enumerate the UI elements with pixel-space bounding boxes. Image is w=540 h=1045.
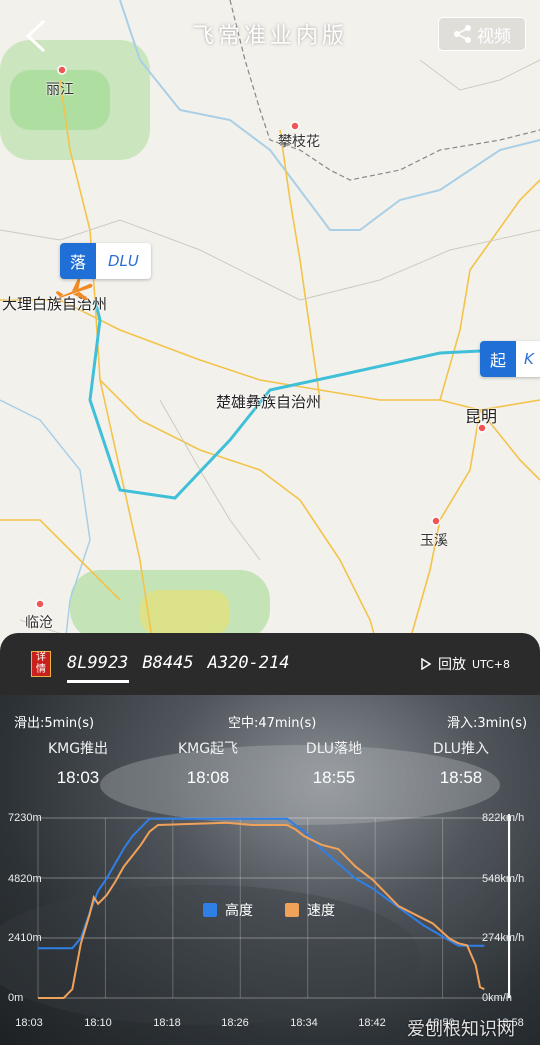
departure-badge[interactable]: 起 K — [480, 341, 540, 377]
video-button[interactable]: 视频 — [438, 17, 526, 51]
landing-badge[interactable]: 落 DLU — [60, 243, 151, 279]
city-kunming: 昆明 — [465, 407, 498, 426]
taxi-out-duration: 滑出:5min(s) — [14, 716, 95, 731]
city-chuxiong: 楚雄彝族自治州 — [216, 393, 322, 411]
y-right-tick: 548km/h — [482, 873, 525, 885]
x-tick: 18:34 — [290, 1017, 318, 1029]
x-tick: 18:18 — [153, 1017, 181, 1029]
departure-airport-code: K — [516, 341, 540, 377]
event-time-pushback: 18:03 — [56, 768, 100, 787]
y-right-tick: 0km/h — [482, 992, 512, 1004]
legend-label: 速度 — [307, 903, 335, 919]
y-right-tick: 274km/h — [482, 932, 525, 944]
airplane-icon[interactable] — [56, 276, 96, 306]
play-icon — [421, 658, 432, 670]
event-label-takeoff: KMG起飞 — [177, 741, 239, 757]
replay-button[interactable]: 回放 UTC+8 — [420, 654, 510, 674]
landing-tag: 落 — [60, 243, 96, 279]
video-label: 视频 — [477, 26, 511, 47]
landing-airport-code: DLU — [96, 243, 151, 279]
x-tick: 18:26 — [221, 1017, 249, 1029]
y-left-tick: 7230m — [8, 812, 42, 824]
event-time-pushin: 18:58 — [439, 768, 483, 787]
city-lincang: 临沧 — [25, 615, 53, 631]
legend-swatch — [285, 903, 299, 917]
x-tick: 18:10 — [84, 1017, 112, 1029]
top-bar: 飞常准业内版 视频 — [0, 0, 540, 70]
flight-map[interactable]: 丽江 攀枝花 大理白族自治州 楚雄彝族自治州 昆明 玉溪 临沧 落 DLU 起 … — [0, 0, 540, 690]
event-label-landing: DLU落地 — [305, 741, 363, 757]
flight-number[interactable]: 8L9923 — [67, 653, 128, 673]
y-left-tick: 2410m — [8, 932, 42, 944]
city-panzhihua: 攀枝花 — [278, 134, 320, 150]
city-lijiang: 丽江 — [46, 82, 74, 98]
legend-speed: 速度 — [285, 900, 335, 920]
legend-swatch — [203, 903, 217, 917]
y-left-tick: 4820m — [8, 873, 42, 885]
y-left-tick: 0m — [8, 992, 24, 1004]
flight-number-underline — [67, 680, 129, 683]
replay-label: 回放 — [438, 657, 466, 673]
detail-seal-icon[interactable]: 详情 — [31, 651, 51, 677]
legend-label: 高度 — [225, 903, 253, 919]
share-icon — [454, 25, 471, 43]
timezone-label: UTC+8 — [472, 657, 511, 671]
aircraft-type: A320-214 — [207, 653, 290, 673]
taxi-in-duration: 滑入:3min(s) — [447, 716, 528, 731]
x-tick: 18:42 — [358, 1017, 386, 1029]
airborne-duration: 空中:47min(s) — [228, 716, 317, 731]
event-label-pushback: KMG推出 — [47, 741, 109, 757]
city-yuxi: 玉溪 — [420, 533, 448, 549]
event-time-landing: 18:55 — [312, 768, 356, 787]
registration: B8445 — [142, 653, 194, 673]
legend-altitude: 高度 — [203, 900, 253, 920]
flight-info: 8L9923 B8445 A320-214 — [67, 653, 290, 673]
event-label-pushin: DLU推入 — [432, 741, 490, 757]
x-tick: 18:03 — [15, 1017, 43, 1029]
map-canvas — [0, 0, 540, 690]
departure-tag: 起 — [480, 341, 516, 377]
event-time-takeoff: 18:08 — [186, 768, 230, 787]
watermark: 爱刨根知识网 — [407, 1019, 515, 1040]
y-right-tick: 822km/h — [482, 812, 525, 824]
